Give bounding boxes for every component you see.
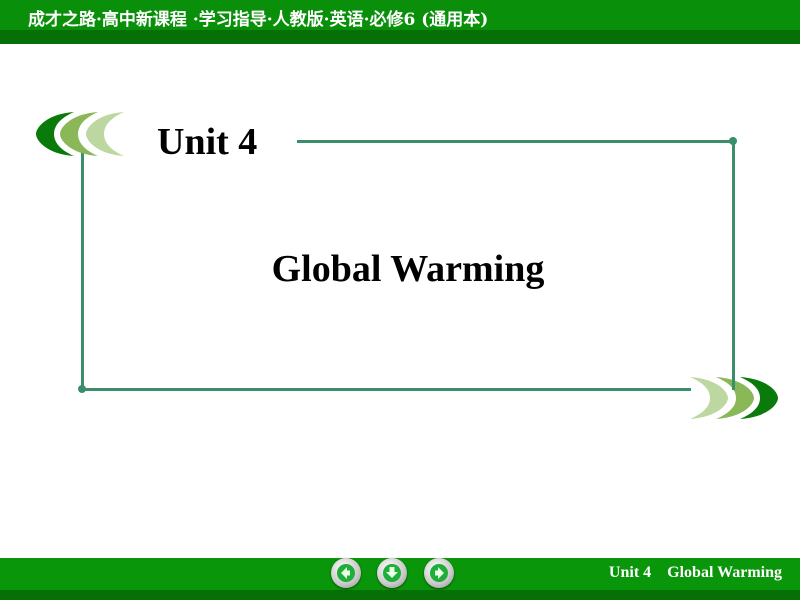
back-button[interactable] bbox=[331, 558, 361, 588]
frame-corner-dot bbox=[729, 137, 737, 145]
footer-title: Unit 4 Global Warming bbox=[609, 564, 782, 582]
footer-strip bbox=[0, 590, 800, 600]
header-strip bbox=[0, 30, 800, 44]
footer-topic: Global Warming bbox=[667, 564, 782, 581]
frame-bottom-line bbox=[81, 388, 691, 391]
arrow-right-icon bbox=[430, 564, 448, 582]
header-title: 成才之路·高中新课程 ·学习指导·人教版·英语·必修6 (通用本) bbox=[28, 10, 489, 30]
slide-title: Global Warming bbox=[271, 248, 545, 290]
frame-corner-dot bbox=[78, 385, 86, 393]
header-bar: 成才之路·高中新课程 ·学习指导·人教版·英语·必修6 (通用本) bbox=[0, 0, 800, 30]
frame-right-line-overlay bbox=[732, 375, 735, 390]
next-button[interactable] bbox=[424, 558, 454, 588]
leaf-light bbox=[690, 377, 728, 419]
frame-top-line bbox=[297, 140, 735, 143]
arrow-down-icon bbox=[383, 564, 401, 582]
unit-label: Unit 4 bbox=[157, 121, 258, 163]
leaf-decoration-left bbox=[36, 112, 124, 156]
leaf-light bbox=[86, 112, 124, 156]
footer-unit: Unit 4 bbox=[608, 564, 652, 581]
home-button[interactable] bbox=[377, 558, 407, 588]
arrow-left-icon bbox=[337, 564, 355, 582]
